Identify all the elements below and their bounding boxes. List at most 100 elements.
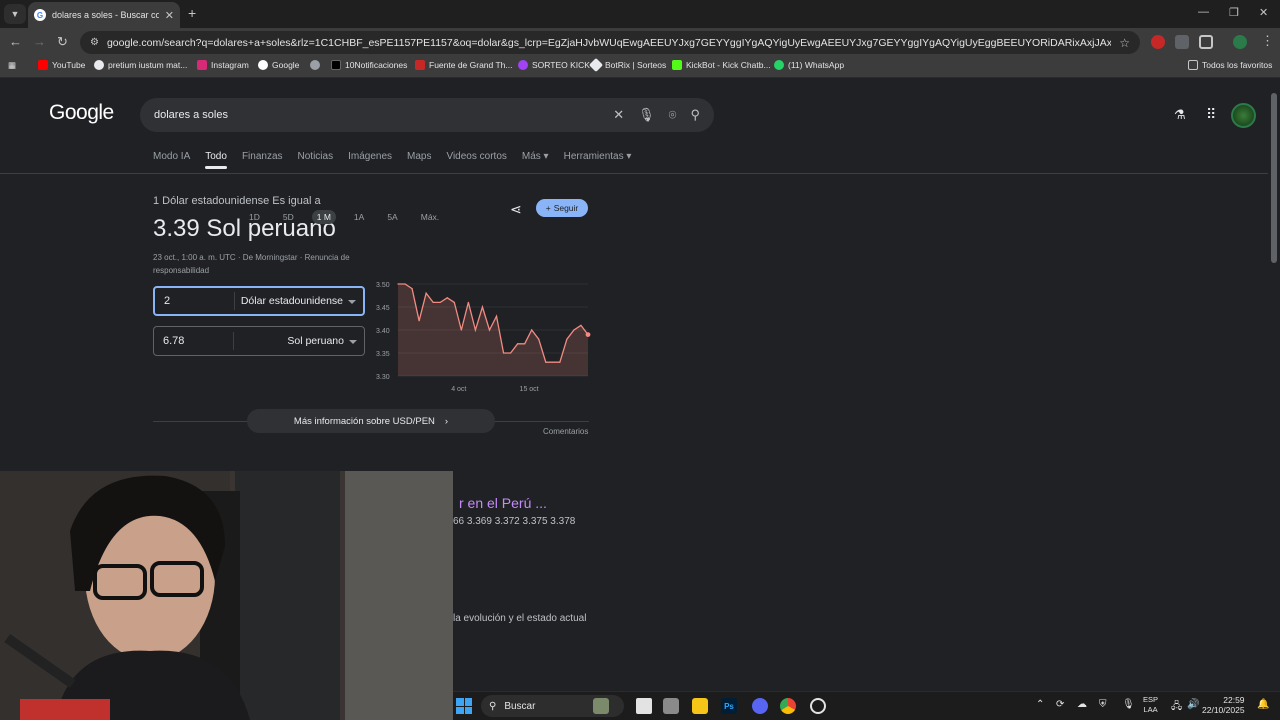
- bookmark-youtube[interactable]: YouTube: [38, 60, 85, 70]
- task-view-icon[interactable]: [636, 698, 652, 714]
- photoshop-icon[interactable]: Ps: [721, 698, 737, 714]
- close-tab-icon[interactable]: ✕: [165, 9, 174, 22]
- labs-flask-icon[interactable]: ⚗: [1174, 107, 1186, 123]
- share-icon[interactable]: ⋖: [510, 201, 522, 218]
- exchange-rate-chart[interactable]: 3.50 3.45 3.40 3.35 3.30 4 oct 15 oct: [372, 279, 592, 395]
- bookmark-pretium[interactable]: pretium iustum mat...: [94, 60, 187, 70]
- range-max[interactable]: Máx.: [416, 210, 444, 224]
- chrome-icon[interactable]: [780, 698, 796, 714]
- system-clock[interactable]: 22:59 22/10/2025: [1202, 695, 1245, 715]
- reload-button[interactable]: ↻: [57, 34, 68, 50]
- menu-kebab-icon[interactable]: ⋮: [1261, 33, 1274, 49]
- lens-icon[interactable]: ⌾: [669, 107, 677, 123]
- apps-grid-icon[interactable]: ▦: [8, 60, 16, 71]
- to-currency-select[interactable]: Sol peruano: [234, 335, 364, 347]
- extensions-puzzle-icon[interactable]: [1199, 35, 1213, 49]
- tab-finanzas[interactable]: Finanzas: [242, 151, 283, 169]
- bookmark-kickbot[interactable]: KickBot - Kick Chatb...: [672, 60, 771, 70]
- forward-button[interactable]: →: [33, 34, 46, 49]
- bookmark-star-icon[interactable]: ☆: [1119, 36, 1130, 50]
- from-amount-field[interactable]: 2 Dólar estadounidense: [153, 286, 365, 316]
- back-button[interactable]: ←: [9, 34, 22, 49]
- to-value-input[interactable]: 6.78: [154, 332, 234, 350]
- discord-icon[interactable]: [752, 698, 768, 714]
- range-1d[interactable]: 1D: [244, 210, 265, 224]
- site-info-icon[interactable]: ⚙: [90, 37, 99, 48]
- result-title-link[interactable]: r en el Perú ...: [459, 495, 547, 511]
- tab-modo-ia[interactable]: Modo IA: [153, 151, 190, 169]
- chart-point: [566, 338, 568, 340]
- source-meta: 23 oct., 1:00 a. m. UTC · De Morningstar…: [153, 253, 350, 275]
- account-avatar[interactable]: [1231, 103, 1256, 128]
- chart-point: [446, 297, 448, 299]
- tab-imagenes[interactable]: Imágenes: [348, 151, 392, 169]
- search-input[interactable]: dolares a soles: [154, 109, 599, 121]
- app-icon[interactable]: [663, 698, 679, 714]
- from-value-input[interactable]: 2: [155, 292, 235, 310]
- search-box[interactable]: dolares a soles ✕ 🎙 ⌾ ⚲: [140, 98, 714, 132]
- bookmark-whatsapp[interactable]: (11) WhatsApp: [774, 60, 844, 70]
- profile-avatar-icon[interactable]: [1233, 35, 1247, 49]
- microphone-icon[interactable]: 🎙: [1122, 699, 1135, 710]
- sync-icon[interactable]: ⟳: [1056, 699, 1064, 710]
- bookmark-botrix[interactable]: BotRix | Sorteos: [588, 57, 666, 73]
- bookmark-globe[interactable]: [310, 60, 324, 70]
- scrollbar-thumb[interactable]: [1271, 93, 1277, 263]
- tab-maps[interactable]: Maps: [407, 151, 431, 169]
- range-5a[interactable]: 5A: [382, 210, 402, 224]
- comments-link[interactable]: Comentarios: [543, 427, 588, 436]
- microphone-icon[interactable]: 🎙: [638, 107, 655, 123]
- language-indicator[interactable]: ESP LAA: [1143, 695, 1158, 715]
- defender-icon[interactable]: ⛨: [1099, 699, 1107, 710]
- notification-icon[interactable]: 🔔: [1257, 699, 1269, 710]
- url-text: google.com/search?q=dolares+a+soles&rlz=…: [106, 36, 1112, 49]
- clear-icon[interactable]: ✕: [613, 107, 624, 123]
- restore-button[interactable]: ❐: [1229, 6, 1239, 19]
- range-1m[interactable]: 1 M: [311, 210, 336, 224]
- bookmark-sorteo-kick[interactable]: SORTEO KICK: [518, 60, 590, 70]
- from-currency-select[interactable]: Dólar estadounidense: [235, 295, 363, 307]
- volume-icon[interactable]: 🔊: [1187, 699, 1199, 710]
- equals-label: 1 Dólar estadounidense Es igual a: [153, 195, 321, 207]
- file-explorer-icon[interactable]: [692, 698, 708, 714]
- search-icon[interactable]: ⚲: [690, 107, 700, 123]
- kickbot-icon: [672, 60, 682, 70]
- address-bar[interactable]: ⚙ google.com/search?q=dolares+a+soles&rl…: [80, 31, 1140, 54]
- more-info-button[interactable]: Más información sobre USD/PEN ›: [247, 409, 495, 433]
- new-tab-button[interactable]: +: [188, 5, 196, 21]
- to-amount-field[interactable]: 6.78 Sol peruano: [153, 326, 365, 356]
- bookmark-google[interactable]: Google: [258, 60, 299, 70]
- tab-mas[interactable]: Más ▾: [522, 151, 549, 169]
- onedrive-icon[interactable]: ☁: [1077, 699, 1087, 710]
- range-1a[interactable]: 1A: [349, 210, 369, 224]
- folder-icon: [1188, 60, 1198, 70]
- network-icon[interactable]: 🖧: [1171, 699, 1182, 716]
- tab-herramientas[interactable]: Herramientas ▾: [564, 151, 632, 169]
- page-scrollbar[interactable]: [1268, 79, 1280, 691]
- browser-tab[interactable]: G dolares a soles - Buscar con Google ✕: [28, 2, 180, 28]
- chart-point: [460, 329, 462, 331]
- close-window-button[interactable]: ✕: [1259, 6, 1268, 19]
- search-highlight-icon: [593, 698, 609, 714]
- show-hidden-icons-chevron[interactable]: ⌃: [1036, 699, 1044, 710]
- chart-point: [573, 329, 575, 331]
- range-5d[interactable]: 5D: [278, 210, 299, 224]
- bookmark-instagram[interactable]: Instagram: [197, 60, 249, 70]
- windows-start-icon[interactable]: [456, 698, 472, 714]
- tab-noticias[interactable]: Noticias: [298, 151, 334, 169]
- all-favorites-folder[interactable]: Todos los favoritos: [1188, 60, 1272, 70]
- y-tick-label: 3.35: [376, 351, 390, 358]
- app-icon-2[interactable]: [810, 698, 826, 714]
- follow-button[interactable]: + Seguir: [536, 199, 588, 217]
- bookmark-10notificaciones[interactable]: 10Notificaciones: [331, 60, 407, 70]
- bookmark-gta[interactable]: Fuente de Grand Th...: [415, 60, 512, 70]
- google-logo[interactable]: Google: [49, 101, 114, 125]
- globe-icon: [310, 60, 320, 70]
- google-apps-icon[interactable]: ⠿: [1206, 106, 1216, 123]
- extension-red-icon[interactable]: [1151, 35, 1165, 49]
- tab-videos-cortos[interactable]: Videos cortos: [446, 151, 506, 169]
- minimize-button[interactable]: —: [1198, 6, 1209, 18]
- tab-search-button[interactable]: ▼: [4, 4, 26, 24]
- extension-icon[interactable]: [1175, 35, 1189, 49]
- tab-todo[interactable]: Todo: [205, 151, 227, 169]
